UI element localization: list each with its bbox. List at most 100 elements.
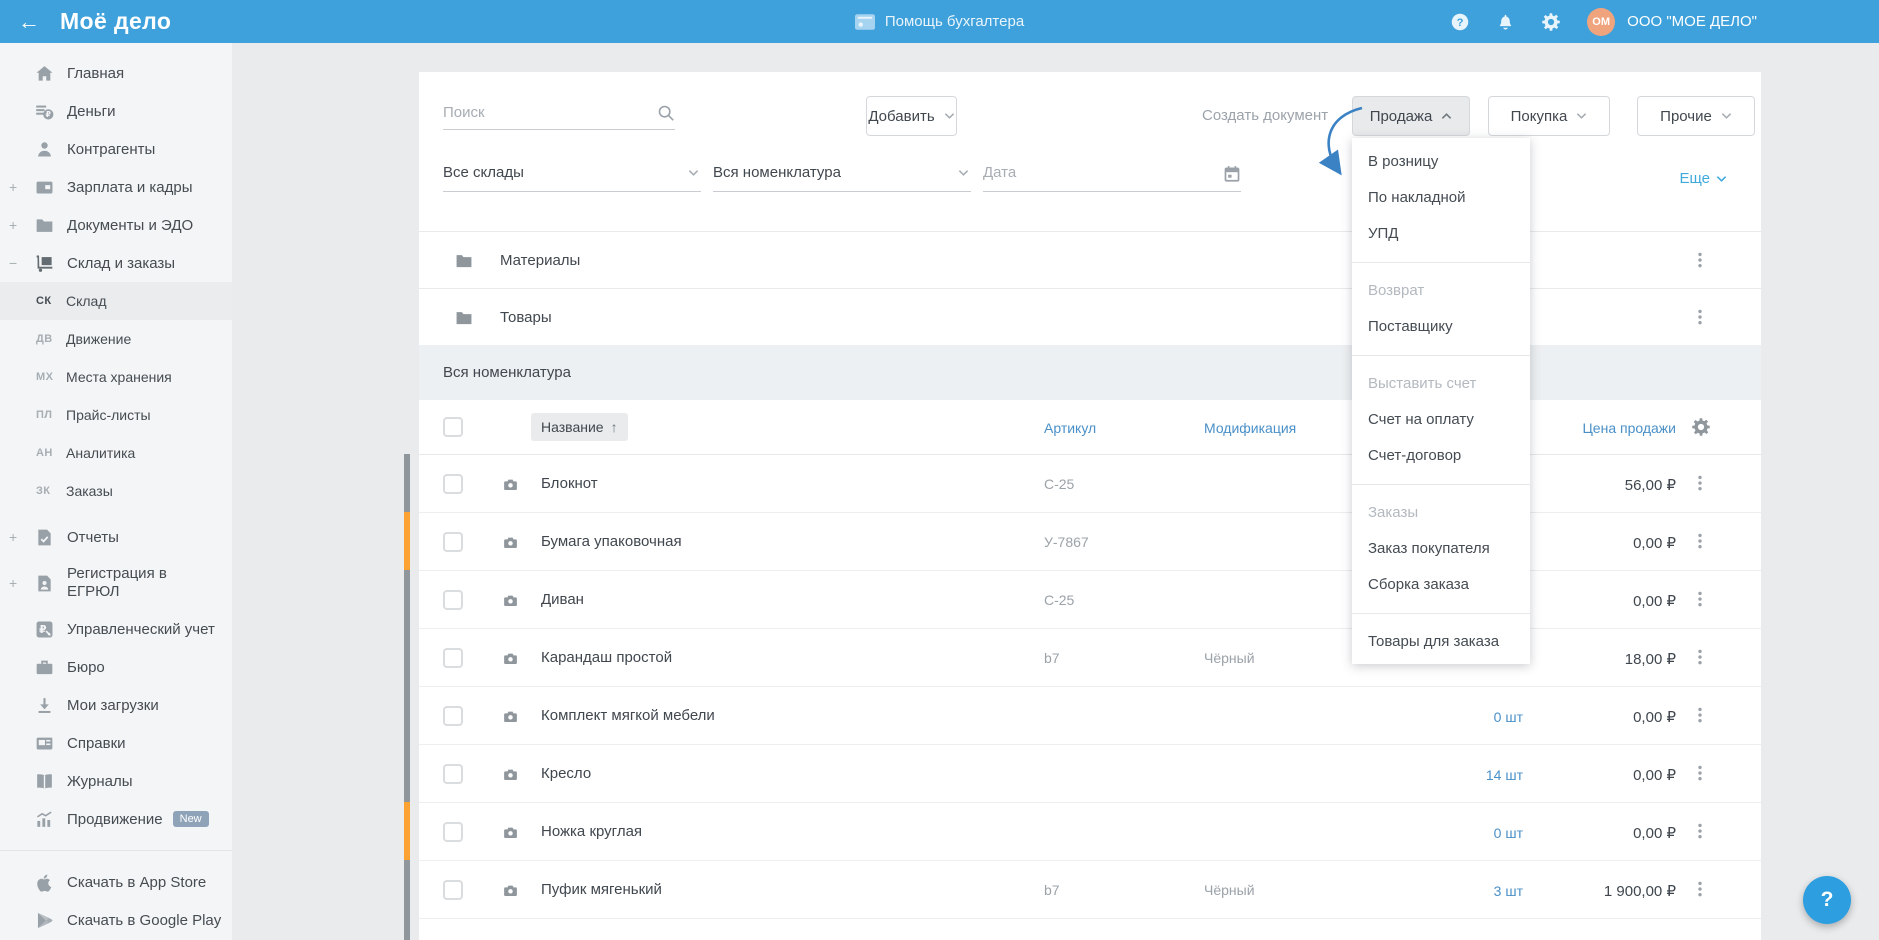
camera-icon[interactable] (502, 766, 519, 783)
table-row[interactable]: Блокнот С-25 56,00 ₽ (404, 454, 1761, 513)
sidebar-item[interactable]: Контрагенты (0, 130, 232, 168)
expand-indicator[interactable]: + (9, 217, 34, 233)
sidebar-subitem[interactable]: МХ Места хранения (0, 358, 232, 396)
row-checkbox[interactable] (443, 764, 463, 784)
dots-icon[interactable] (1691, 308, 1709, 326)
search-input[interactable] (443, 100, 643, 125)
date-filter-field[interactable] (983, 158, 1241, 192)
row-checkbox[interactable] (443, 822, 463, 842)
table-row[interactable]: Ножка круглая 0 шт 0,00 ₽ (404, 802, 1761, 861)
camera-icon[interactable] (502, 534, 519, 551)
expand-indicator[interactable]: + (9, 179, 34, 195)
calendar-icon[interactable] (1223, 165, 1241, 183)
dots-icon[interactable] (1691, 706, 1709, 724)
row-checkbox[interactable] (443, 706, 463, 726)
row-checkbox[interactable] (443, 532, 463, 552)
sale-menu-item[interactable]: В розницу (1352, 144, 1530, 180)
sidebar-subitem[interactable]: СК Склад (0, 282, 232, 320)
more-link[interactable]: Еще (1679, 170, 1727, 187)
camera-icon[interactable] (502, 592, 519, 609)
sale-menu-item[interactable]: Заказ покупателя (1352, 531, 1530, 567)
table-row[interactable]: Карандаш простой b7 Чёрный 18,00 ₽ (404, 628, 1761, 687)
other-dropdown-button[interactable]: Прочие (1637, 96, 1755, 136)
row-checkbox[interactable] (443, 474, 463, 494)
sidebar-store-item[interactable]: Скачать в App Store (0, 863, 232, 901)
table-row[interactable]: Комплект мягкой мебели 0 шт 0,00 ₽ (404, 686, 1761, 745)
camera-icon[interactable] (502, 476, 519, 493)
dots-icon[interactable] (1691, 822, 1709, 840)
expand-indicator[interactable]: − (9, 255, 34, 271)
expand-indicator[interactable]: + (9, 575, 34, 591)
expand-indicator[interactable]: + (9, 529, 34, 545)
company-name[interactable]: ООО "МОЕ ДЕЛО" (1627, 13, 1757, 30)
column-header-sku[interactable]: Артикул (1044, 420, 1096, 436)
sidebar-subitem[interactable]: АН Аналитика (0, 434, 232, 472)
sidebar-subitem[interactable]: ПЛ Прайс-листы (0, 396, 232, 434)
date-input[interactable] (983, 158, 1203, 187)
column-header-price[interactable]: Цена продажи (1582, 420, 1676, 436)
table-row[interactable]: Пуфик мягенький b7 Чёрный 3 шт 1 900,00 ₽ (404, 860, 1761, 919)
table-row[interactable]: Кресло 14 шт 0,00 ₽ (404, 744, 1761, 803)
sidebar-subitem[interactable]: ДВ Движение (0, 320, 232, 358)
row-checkbox[interactable] (443, 590, 463, 610)
sale-menu-item[interactable]: Сборка заказа (1352, 567, 1530, 603)
notifications-bell-icon[interactable] (1496, 12, 1515, 31)
dots-icon[interactable] (1691, 251, 1709, 269)
sidebar-subitem[interactable]: ЗК Заказы (0, 472, 232, 510)
sidebar-item[interactable]: Мои загрузки (0, 686, 232, 724)
search-icon[interactable] (657, 104, 675, 122)
sale-menu-item[interactable]: Товары для заказа (1352, 624, 1530, 660)
folder-row[interactable]: Материалы (419, 232, 1761, 289)
help-fab-button[interactable]: ? (1803, 876, 1851, 924)
column-header-modification[interactable]: Модификация (1204, 420, 1296, 436)
sidebar-item[interactable]: Справки (0, 724, 232, 762)
sidebar-item[interactable]: Продвижение New (0, 800, 232, 838)
table-settings-gear-icon[interactable] (1691, 417, 1711, 437)
sidebar-item[interactable]: + Зарплата и кадры (0, 168, 232, 206)
purchase-dropdown-button[interactable]: Покупка (1488, 96, 1610, 136)
select-all-checkbox[interactable] (443, 417, 463, 437)
subitem-code: ЗК (36, 485, 51, 497)
row-checkbox[interactable] (443, 648, 463, 668)
dots-icon[interactable] (1691, 590, 1709, 608)
dots-icon[interactable] (1691, 648, 1709, 666)
dots-icon[interactable] (1691, 532, 1709, 550)
column-header-name[interactable]: Название ↑ (531, 413, 628, 441)
user-avatar[interactable]: ОМ (1587, 7, 1616, 36)
camera-icon[interactable] (502, 650, 519, 667)
dots-icon[interactable] (1691, 474, 1709, 492)
camera-icon[interactable] (502, 708, 519, 725)
help-icon[interactable]: ? (1450, 12, 1470, 32)
folder-row[interactable]: Товары (419, 289, 1761, 346)
camera-icon[interactable] (502, 882, 519, 899)
table-row[interactable]: Диван С-25 0,00 ₽ (404, 570, 1761, 629)
table-row[interactable]: Бумага упаковочная У-7867 0,00 ₽ (404, 512, 1761, 571)
sidebar-item[interactable]: + Документы и ЭДО (0, 206, 232, 244)
settings-gear-icon[interactable] (1541, 12, 1561, 32)
row-checkbox[interactable] (443, 880, 463, 900)
sale-menu-item[interactable]: Поставщику (1352, 309, 1530, 345)
item-modification: Чёрный (1204, 882, 1255, 898)
sidebar-item[interactable]: Журналы (0, 762, 232, 800)
sidebar-store-item[interactable]: Скачать в Google Play (0, 901, 232, 939)
sidebar-item[interactable]: Бюро (0, 648, 232, 686)
sidebar-item[interactable]: − Склад и заказы (0, 244, 232, 282)
warehouse-filter-select[interactable]: Все склады (443, 158, 701, 192)
accountant-help-button[interactable]: Помощь бухгалтера (478, 13, 1401, 30)
nomenclature-filter-select[interactable]: Вся номенклатура (713, 158, 971, 192)
dots-icon[interactable] (1691, 764, 1709, 782)
sidebar-item[interactable]: ₽ Управленческий учет (0, 610, 232, 648)
sale-menu-item[interactable]: УПД (1352, 216, 1530, 252)
camera-icon[interactable] (502, 824, 519, 841)
dots-icon[interactable] (1691, 880, 1709, 898)
sidebar-item[interactable]: + Отчеты (0, 518, 232, 556)
sidebar-item[interactable]: Главная (0, 54, 232, 92)
sale-menu-item[interactable]: Счет на оплату (1352, 402, 1530, 438)
sale-dropdown-button[interactable]: Продажа (1352, 96, 1470, 136)
sale-menu-item[interactable]: Счет-договор (1352, 438, 1530, 474)
add-button[interactable]: Добавить (866, 96, 957, 136)
back-arrow-icon[interactable]: ← (18, 10, 40, 33)
sidebar-item[interactable]: + Регистрация в ЕГРЮЛ (0, 556, 232, 610)
sidebar-item[interactable]: ₽ Деньги (0, 92, 232, 130)
sale-menu-item[interactable]: По накладной (1352, 180, 1530, 216)
